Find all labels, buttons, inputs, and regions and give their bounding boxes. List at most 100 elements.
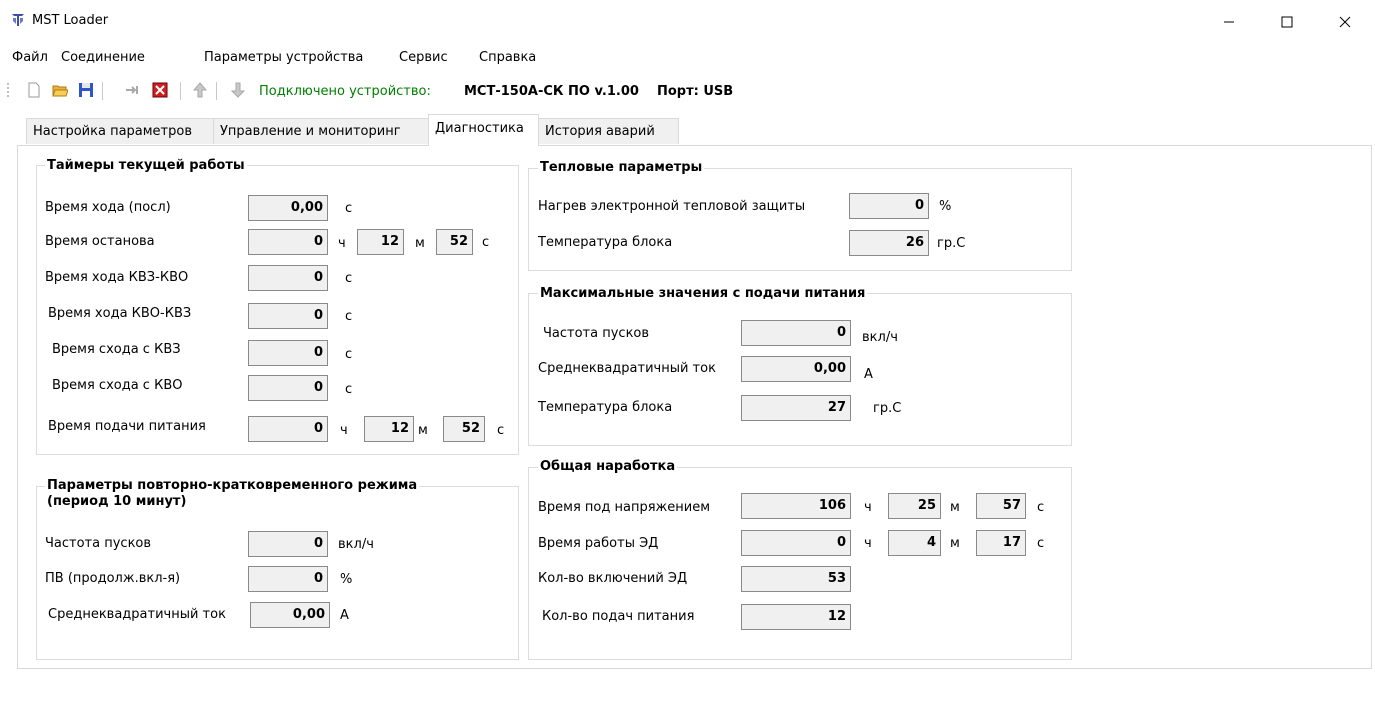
tab-strip: Настройка параметров Управление и монито… bbox=[0, 114, 1375, 146]
unit-starts-per-hour: вкл/ч bbox=[862, 330, 898, 345]
exit-kvz-label: Время схода с КВЗ bbox=[52, 342, 181, 357]
close-button[interactable] bbox=[1322, 6, 1368, 38]
diagnostics-panel: Таймеры текущей работы Время хода (посл)… bbox=[17, 145, 1372, 669]
port-info: Порт: USB bbox=[657, 84, 734, 99]
unit-m: м bbox=[418, 423, 428, 438]
minimize-button[interactable] bbox=[1206, 6, 1252, 38]
kvo-kvz-value: 0 bbox=[248, 303, 328, 329]
unit-m: м bbox=[950, 500, 960, 515]
thermal-heating-label: Нагрев электронной тепловой защиты bbox=[538, 199, 806, 214]
title-bar: MST Loader bbox=[0, 0, 1375, 44]
connection-status-label: Подключено устройство: bbox=[259, 84, 431, 99]
unit-percent: % bbox=[939, 199, 952, 214]
unit-m: м bbox=[415, 236, 425, 251]
ip-rms-current-label: Среднеквадратичный ток bbox=[48, 607, 226, 622]
unit-s: с bbox=[345, 309, 353, 324]
tab-parameter-settings[interactable]: Настройка параметров bbox=[26, 118, 214, 144]
thermal-heating-value: 0 bbox=[849, 193, 929, 219]
max-block-temp-label: Температура блока bbox=[538, 400, 673, 415]
motor-starts-label: Кол-во включений ЭД bbox=[538, 571, 688, 586]
stop-time-seconds: 52 bbox=[436, 229, 473, 255]
unit-h: ч bbox=[864, 536, 872, 551]
ip-rms-current-value: 0,00 bbox=[250, 602, 330, 628]
unit-celsius: гр.С bbox=[937, 236, 966, 251]
maximize-button[interactable] bbox=[1264, 6, 1310, 38]
unit-s: с bbox=[345, 347, 353, 362]
exit-kvz-value: 0 bbox=[248, 340, 328, 366]
unit-starts-per-hour: вкл/ч bbox=[338, 537, 374, 552]
power-time-seconds: 52 bbox=[443, 416, 485, 442]
thermal-block-temp-label: Температура блока bbox=[538, 235, 673, 250]
toolbar: Подключено устройство: МСТ-150А-СК ПО v.… bbox=[0, 70, 1375, 114]
ip-duty-label: ПВ (продолж.вкл-я) bbox=[45, 571, 181, 586]
motor-time-minutes: 4 bbox=[888, 530, 941, 556]
upload-arrow-icon[interactable] bbox=[192, 82, 208, 98]
menu-connection[interactable]: Соединение bbox=[61, 50, 145, 65]
window-title: MST Loader bbox=[32, 13, 109, 28]
unit-s: с bbox=[345, 271, 353, 286]
unit-ampere: А bbox=[340, 608, 349, 623]
max-start-freq-label: Частота пусков bbox=[543, 326, 650, 341]
new-file-icon[interactable] bbox=[26, 82, 42, 98]
kvz-kvo-value: 0 bbox=[248, 265, 328, 291]
menu-help[interactable]: Справка bbox=[479, 50, 536, 65]
kvz-kvo-label: Время хода КВЗ-КВО bbox=[45, 270, 189, 285]
tab-alarm-history[interactable]: История аварий bbox=[538, 118, 679, 144]
exit-kvo-label: Время схода с КВО bbox=[52, 378, 183, 393]
unit-m: м bbox=[950, 536, 960, 551]
unit-ampere: А bbox=[864, 367, 873, 382]
disconnect-icon[interactable] bbox=[152, 82, 168, 98]
kvo-kvz-label: Время хода КВО-КВЗ bbox=[48, 306, 192, 321]
connect-icon[interactable] bbox=[124, 82, 140, 98]
power-time-hours: 0 bbox=[248, 416, 328, 442]
unit-s: с bbox=[345, 382, 353, 397]
motor-time-label: Время работы ЭД bbox=[538, 536, 659, 551]
thermal-block-temp-value: 26 bbox=[849, 230, 929, 256]
power-time-minutes: 12 bbox=[364, 416, 414, 442]
max-rms-current-label: Среднеквадратичный ток bbox=[538, 361, 716, 376]
menu-bar: Файл Соединение Параметры устройства Сер… bbox=[0, 44, 1375, 70]
unit-s: с bbox=[1037, 536, 1045, 551]
stop-time-hours: 0 bbox=[248, 229, 328, 255]
menu-device-params[interactable]: Параметры устройства bbox=[204, 50, 363, 65]
open-folder-icon[interactable] bbox=[52, 82, 68, 98]
unit-h: ч bbox=[864, 500, 872, 515]
unit-h: ч bbox=[338, 236, 346, 251]
tab-diagnostics[interactable]: Диагностика bbox=[428, 114, 539, 146]
unit-s: с bbox=[1037, 500, 1045, 515]
unit-s: с bbox=[497, 423, 505, 438]
stop-time-label: Время останова bbox=[45, 234, 155, 249]
unit-percent: % bbox=[340, 572, 353, 587]
tab-control-monitoring[interactable]: Управление и мониторинг bbox=[213, 118, 429, 144]
powered-time-seconds: 57 bbox=[976, 493, 1026, 519]
unit-s: с bbox=[482, 235, 490, 250]
exit-kvo-value: 0 bbox=[248, 375, 328, 401]
close-icon bbox=[1339, 16, 1351, 28]
toolbar-separator bbox=[180, 82, 181, 100]
toolbar-separator bbox=[102, 82, 103, 100]
download-arrow-icon[interactable] bbox=[230, 82, 246, 98]
powered-time-minutes: 25 bbox=[888, 493, 941, 519]
menu-service[interactable]: Сервис bbox=[399, 50, 448, 65]
powered-time-label: Время под напряжением bbox=[538, 500, 711, 515]
group-title-thermal: Тепловые параметры bbox=[538, 160, 705, 176]
run-time-last-label: Время хода (посл) bbox=[45, 200, 171, 215]
minimize-icon bbox=[1224, 21, 1234, 23]
motor-time-seconds: 17 bbox=[976, 530, 1026, 556]
motor-starts-value: 53 bbox=[741, 566, 851, 592]
device-name: МСТ-150А-СК ПО v.1.00 bbox=[464, 84, 639, 99]
run-time-last-value: 0,00 bbox=[248, 195, 328, 221]
group-title-total: Общая наработка bbox=[538, 459, 678, 475]
group-title-intermittent-1: Параметры повторно-кратковременного режи… bbox=[45, 478, 420, 494]
stop-time-minutes: 12 bbox=[357, 229, 404, 255]
app-logo-icon bbox=[12, 14, 24, 26]
power-ups-value: 12 bbox=[741, 604, 851, 630]
menu-file[interactable]: Файл bbox=[12, 50, 48, 65]
ip-start-freq-value: 0 bbox=[248, 531, 328, 557]
unit-celsius: гр.С bbox=[873, 401, 902, 416]
max-block-temp-value: 27 bbox=[741, 395, 851, 421]
save-icon[interactable] bbox=[78, 82, 94, 98]
power-time-label: Время подачи питания bbox=[48, 419, 206, 434]
group-title-timers: Таймеры текущей работы bbox=[45, 158, 247, 174]
toolbar-grip-icon bbox=[7, 83, 9, 97]
